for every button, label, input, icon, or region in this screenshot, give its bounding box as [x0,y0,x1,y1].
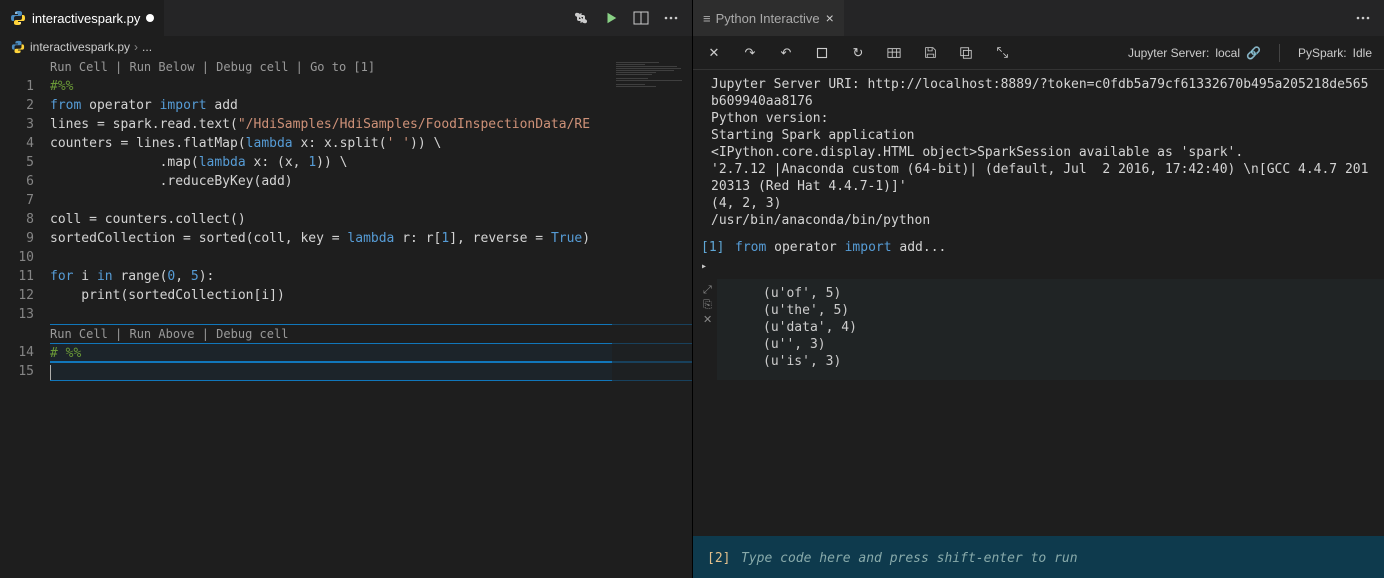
output-line: (4, 2, 3) [711,195,1370,212]
editor-tab-label: interactivespark.py [32,11,140,26]
interactive-input[interactable]: [2] Type code here and press shift-enter… [693,536,1384,578]
python-file-icon [10,10,26,26]
cancel-icon[interactable]: ✕ [705,44,723,62]
output-line: Python version: [711,110,1370,127]
jupyter-server-status[interactable]: Jupyter Server: local 🔗 [1128,46,1261,60]
output-line: Starting Spark application [711,127,1370,144]
interactive-tab-label: Python Interactive [716,11,820,26]
chevron-right-icon[interactable]: ▸ [701,261,707,272]
output-line: <IPython.core.display.HTML object>SparkS… [711,144,1370,161]
restart-icon[interactable]: ↻ [849,44,867,62]
cell-1-output: (u'of', 5) (u'the', 5) (u'data', 4) (u''… [717,279,1384,380]
interactive-pane: ≡ Python Interactive × ✕ ↷ ↶ ↻ Jupyter S… [693,0,1384,578]
more-actions-icon[interactable] [662,9,680,27]
run-icon[interactable] [602,9,620,27]
code-editor[interactable]: 1 2 3 4 5 6 7 8 9 10 11 12 13 14 15 Run … [0,58,692,578]
code-body[interactable]: Run Cell | Run Below | Debug cell | Go t… [50,58,692,578]
editor-tabbar: interactivespark.py [0,0,692,36]
cell-1[interactable]: [1] ▸ from operator import add... [693,235,1384,279]
breadcrumb-file: interactivespark.py [30,40,130,54]
output-line: /usr/bin/anaconda/bin/python [711,212,1370,229]
split-editor-icon[interactable] [632,9,650,27]
interactive-toolbar: ✕ ↷ ↶ ↻ Jupyter Server: local 🔗 PySpark:… [693,36,1384,70]
interactive-tab[interactable]: ≡ Python Interactive × [693,0,844,36]
codelens-top[interactable]: Run Cell | Run Below | Debug cell | Go t… [50,58,692,77]
export-icon[interactable] [957,44,975,62]
compare-changes-icon[interactable] [572,9,590,27]
more-actions-icon[interactable] [1354,9,1372,27]
output-line: Jupyter Server URI: http://localhost:888… [711,76,1370,110]
link-icon: 🔗 [1246,46,1261,60]
undo-icon[interactable]: ↶ [777,44,795,62]
python-file-icon [10,39,26,55]
line-gutter: 1 2 3 4 5 6 7 8 9 10 11 12 13 14 15 [0,58,50,578]
editor-tab[interactable]: interactivespark.py [0,0,164,36]
dirty-indicator-icon [146,14,154,22]
variables-icon[interactable] [885,44,903,62]
breadcrumb-trail: ... [142,40,152,54]
editor-pane: interactivespark.py interactivespark.py … [0,0,693,578]
cell-code: from operator import add... [735,239,1370,256]
cell-prompt: [1] ▸ [701,239,735,275]
goto-code-icon[interactable]: ⤢ [703,283,717,298]
hamburger-icon: ≡ [703,11,710,26]
chevron-right-icon: › [134,40,138,54]
pyspark-status[interactable]: PySpark: Idle [1298,46,1372,60]
input-prompt: [2] [707,551,741,566]
close-icon[interactable]: × [826,10,834,26]
codelens-bottom[interactable]: Run Cell | Run Above | Debug cell [50,324,692,343]
interactive-tabbar: ≡ Python Interactive × [693,0,1384,36]
breadcrumb[interactable]: interactivespark.py › ... [0,36,692,58]
delete-cell-icon[interactable]: ✕ [703,313,717,328]
save-icon[interactable] [921,44,939,62]
copy-icon[interactable]: ⎘ [703,298,717,313]
redo-icon[interactable]: ↷ [741,44,759,62]
expand-icon[interactable] [993,44,1011,62]
stop-icon[interactable] [813,44,831,62]
minimap[interactable] [612,58,692,578]
output-line: '2.7.12 |Anaconda custom (64-bit)| (defa… [711,161,1370,195]
interactive-output: Jupyter Server URI: http://localhost:888… [693,70,1384,235]
editor-tab-actions [572,9,692,27]
input-placeholder: Type code here and press shift-enter to … [741,551,1078,566]
